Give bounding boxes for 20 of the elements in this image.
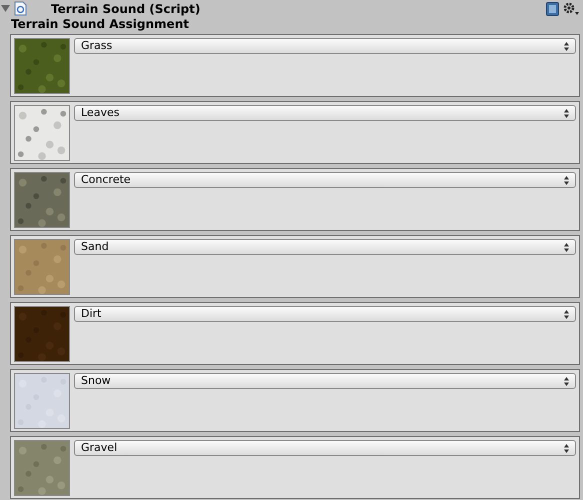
script-icon [14, 1, 27, 16]
settings-icon[interactable] [563, 2, 579, 16]
sound-dropdown[interactable]: Grass [74, 38, 576, 54]
up-down-arrows-icon [564, 42, 569, 50]
up-down-arrows-icon [564, 176, 569, 184]
up-down-arrows-icon [564, 310, 569, 318]
sound-dropdown[interactable]: Leaves [74, 105, 576, 121]
sound-dropdown[interactable]: Snow [74, 373, 576, 389]
up-down-arrows-icon [564, 376, 569, 386]
sound-dropdown[interactable]: Sand [74, 239, 576, 255]
help-icon[interactable] [546, 2, 559, 16]
up-down-arrows-icon [564, 242, 569, 252]
component-title: Terrain Sound (Script) [51, 0, 200, 18]
sound-dropdown[interactable]: Concrete [74, 172, 576, 188]
sound-dropdown[interactable]: Gravel [74, 440, 576, 456]
section-title: Terrain Sound Assignment [10, 17, 190, 33]
up-down-arrows-icon [564, 108, 569, 118]
sound-dropdown[interactable]: Dirt [74, 306, 576, 322]
up-down-arrows-icon [564, 444, 569, 452]
foldout-triangle-icon[interactable] [1, 4, 10, 13]
